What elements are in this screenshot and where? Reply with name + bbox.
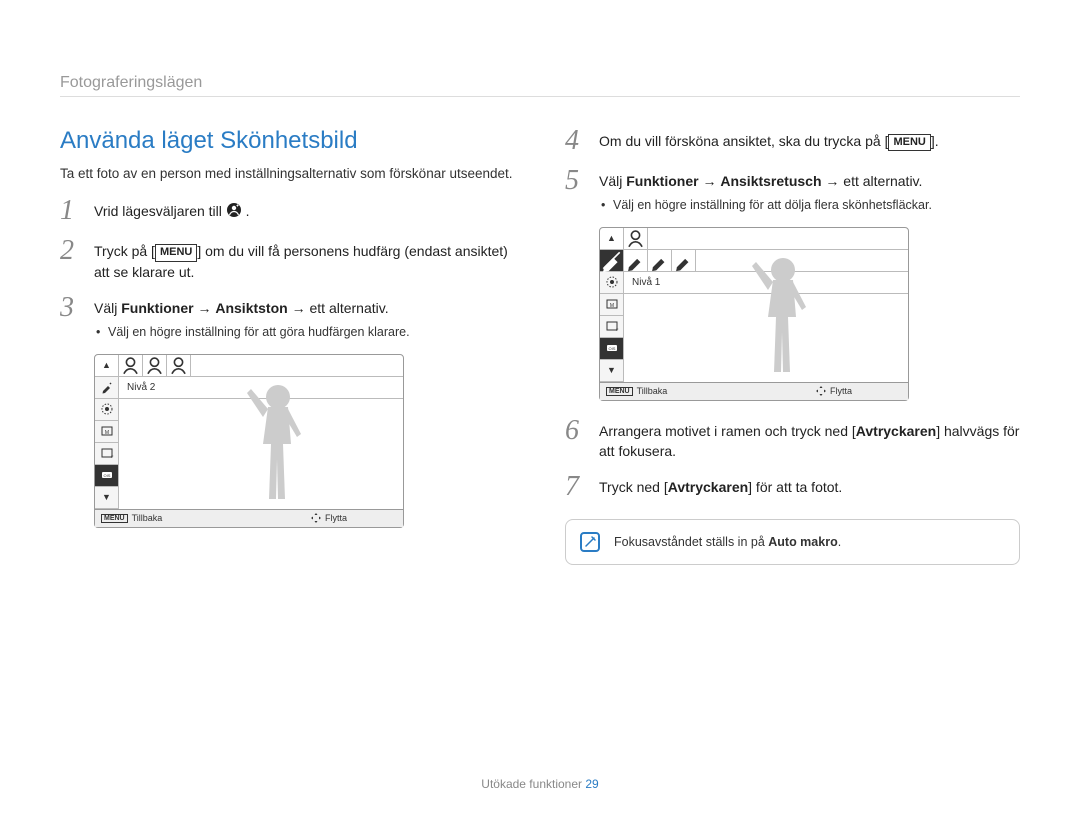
right-column: 4 Om du vill försköna ansiktet, ska du t… — [565, 127, 1020, 565]
step-bullet: Välj en högre inställning för att göra h… — [94, 324, 515, 342]
image-size-icon: M — [95, 421, 118, 443]
arrow: → — [288, 300, 310, 316]
retouch-icon-2 — [648, 250, 672, 271]
menu-button-label: MENU — [888, 134, 930, 151]
arrow: → — [699, 173, 721, 189]
footer-move: Flytta — [830, 386, 852, 396]
child-silhouette — [738, 262, 828, 382]
step-number: 2 — [60, 237, 82, 265]
step-bold: Funktioner — [121, 300, 193, 316]
intro-text: Ta ett foto av en person med inställning… — [60, 165, 515, 183]
step-text: ett alternativ. — [843, 173, 922, 189]
niva-indicator — [600, 272, 623, 294]
step-bold: Ansiktsretusch — [720, 173, 821, 189]
svg-text:OIS: OIS — [608, 346, 615, 351]
ois-icon: OIS — [600, 338, 623, 360]
step-text: Vrid lägesväljaren till — [94, 203, 226, 219]
step-number: 4 — [565, 127, 587, 155]
retouch-icon-3 — [672, 250, 696, 271]
beauty-mode-icon — [226, 202, 242, 218]
step-text: ]. — [931, 133, 939, 149]
step-number: 3 — [60, 294, 82, 322]
breadcrumb: Fotograferingslägen — [60, 74, 1020, 97]
step-text: Om du vill försköna ansiktet, ska du try… — [599, 133, 888, 149]
step-4: 4 Om du vill försköna ansiktet, ska du t… — [565, 127, 1020, 155]
svg-text:F: F — [111, 454, 114, 459]
footer-back: Tillbaka — [132, 513, 163, 523]
step-number: 6 — [565, 417, 587, 445]
footer-back: Tillbaka — [637, 386, 668, 396]
left-column: Använda läget Skönhetsbild Ta ett foto a… — [60, 127, 515, 565]
svg-text:M: M — [104, 430, 108, 436]
footer-menu-label: MENU — [606, 387, 633, 396]
menu-button-label: MENU — [155, 244, 197, 261]
step-6: 6 Arrangera motivet i ramen och tryck ne… — [565, 417, 1020, 462]
page-footer: Utökade funktioner 29 — [0, 777, 1080, 791]
quality-icon: F — [95, 443, 118, 465]
note-box: Fokusavståndet ställs in på Auto makro. — [565, 519, 1020, 565]
camera-screenshot-left: ▲ — [94, 354, 404, 528]
page-title: Använda läget Skönhetsbild — [60, 127, 515, 155]
image-size-icon: M — [600, 294, 623, 316]
step-number: 5 — [565, 167, 587, 195]
step-2: 2 Tryck på [MENU] om du vill få personen… — [60, 237, 515, 282]
footer-move: Flytta — [325, 513, 347, 523]
step-1: 1 Vrid lägesväljaren till . — [60, 197, 515, 225]
face-icon-1 — [119, 355, 143, 376]
scroll-up-icon: ▲ — [600, 228, 624, 249]
step-text: ] för att ta fotot. — [748, 479, 842, 495]
svg-text:M: M — [609, 303, 613, 309]
dpad-icon — [816, 386, 826, 396]
step-text: Tryck på [ — [94, 243, 155, 259]
arrow: → — [194, 300, 216, 316]
niva-indicator — [95, 399, 118, 421]
quality-icon: F — [600, 316, 623, 338]
face-icon-3 — [167, 355, 191, 376]
step-text: Välj — [94, 300, 121, 316]
step-bold: Avtryckaren — [668, 479, 748, 495]
step-text: ett alternativ. — [309, 300, 388, 316]
ois-icon: OIS — [95, 465, 118, 487]
camera-screenshot-right: ▲ — [599, 227, 909, 401]
niva-label: Nivå 2 — [119, 377, 155, 398]
step-number: 1 — [60, 197, 82, 225]
step-bold: Avtryckaren — [856, 423, 936, 439]
face-icon-2 — [143, 355, 167, 376]
step-5: 5 Välj Funktioner → Ansiktsretusch → ett… — [565, 167, 1020, 215]
dpad-icon — [311, 513, 321, 523]
child-silhouette — [233, 389, 323, 509]
note-text: Fokusavståndet ställs in på — [614, 535, 768, 549]
step-3: 3 Välj Funktioner → Ansiktston → ett alt… — [60, 294, 515, 342]
scroll-down-icon: ▼ — [600, 360, 623, 382]
step-text: Välj — [599, 173, 626, 189]
scroll-up-icon: ▲ — [95, 355, 119, 376]
note-text: . — [838, 535, 841, 549]
retouch-icon-off — [600, 250, 624, 271]
footer-menu-label: MENU — [101, 514, 128, 523]
face-icon-1 — [624, 228, 648, 249]
step-bold: Funktioner — [626, 173, 698, 189]
svg-text:OIS: OIS — [103, 473, 110, 478]
scroll-down-icon: ▼ — [95, 487, 118, 509]
arrow: → — [822, 173, 844, 189]
note-icon — [580, 532, 600, 552]
step-text: . — [246, 203, 250, 219]
niva-label: Nivå 1 — [624, 272, 660, 293]
step-text: Tryck ned [ — [599, 479, 668, 495]
step-bullet: Välj en högre inställning för att dölja … — [599, 197, 1020, 215]
svg-text:F: F — [616, 327, 619, 332]
step-text: Arrangera motivet i ramen och tryck ned … — [599, 423, 856, 439]
step-number: 7 — [565, 473, 587, 501]
footer-section: Utökade funktioner — [481, 777, 582, 791]
step-7: 7 Tryck ned [Avtryckaren] för att ta fot… — [565, 473, 1020, 501]
retouch-icon — [95, 377, 118, 399]
page-number: 29 — [585, 777, 598, 791]
retouch-icon-1 — [624, 250, 648, 271]
note-bold: Auto makro — [768, 535, 837, 549]
step-bold: Ansiktston — [215, 300, 287, 316]
